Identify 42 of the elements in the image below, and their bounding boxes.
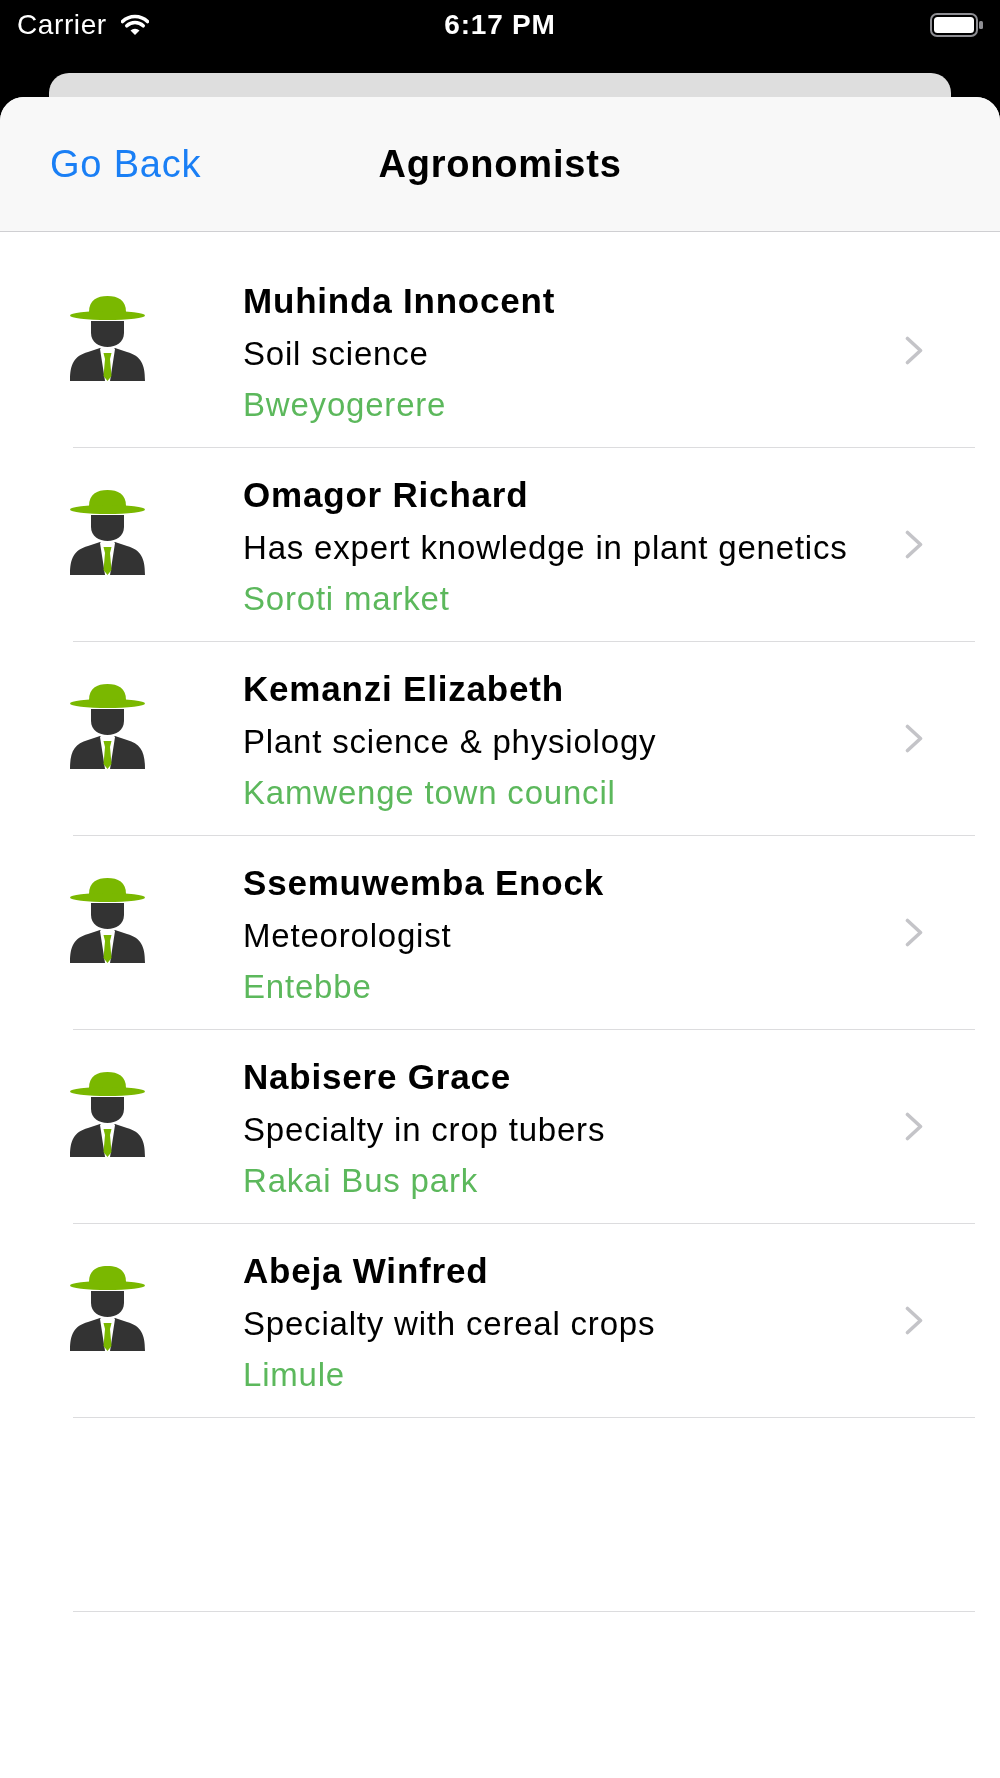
specialty-text: Meteorologist <box>243 916 453 956</box>
carrier-name: Carrier <box>17 8 107 42</box>
chevron-icon <box>905 1306 923 1335</box>
agronomist-name: Omagor Richard <box>243 474 530 516</box>
location-text: Entebbe <box>243 967 373 1007</box>
specialty-text: Specialty with cereal crops <box>243 1304 656 1344</box>
chevron-icon <box>905 724 923 753</box>
agronomist-row[interactable]: Ssemuwemba Enock Meteorologist Entebbe <box>0 836 1000 1029</box>
agronomist-name: Abeja Winfred <box>243 1250 490 1292</box>
screen-title: Agronomists <box>378 142 622 187</box>
back-button[interactable]: Go Back <box>50 141 202 187</box>
farmer-avatar-icon <box>70 1266 145 1351</box>
farmer-avatar-icon <box>70 684 145 769</box>
specialty-text: Has expert knowledge in plant genetics <box>243 528 848 568</box>
location-text: Soroti market <box>243 579 451 619</box>
location-text: Bweyogerere <box>243 385 448 425</box>
agronomist-row[interactable]: Kemanzi Elizabeth Plant science & physiology Kamwenge town council <box>0 642 1000 835</box>
farmer-avatar-icon <box>70 878 145 963</box>
specialty-text: Plant science & physiology <box>243 722 657 762</box>
farmer-avatar-icon <box>70 296 145 381</box>
farmer-avatar-icon <box>70 1072 145 1157</box>
agronomist-name: Ssemuwemba Enock <box>243 862 604 904</box>
location-text: Rakai Bus park <box>243 1161 479 1201</box>
agronomist-name: Kemanzi Elizabeth <box>243 668 565 710</box>
chevron-icon <box>905 1112 923 1141</box>
location-text: Kamwenge town council <box>243 773 617 813</box>
specialty-text: Soil science <box>243 334 430 374</box>
agronomist-name: Muhinda Innocent <box>243 280 556 322</box>
chevron-icon <box>905 336 923 365</box>
status-time: 6:17 PM <box>444 8 556 42</box>
agronomist-row[interactable]: Abeja Winfred Specialty with cereal crops Limule <box>0 1224 1000 1417</box>
farmer-avatar-icon <box>70 490 145 575</box>
agronomist-row[interactable]: Nabisere Grace Specialty in crop tubers Rakai Bus park <box>0 1030 1000 1223</box>
location-text: Limule <box>243 1355 346 1395</box>
chevron-icon <box>905 530 923 559</box>
chevron-icon <box>905 918 923 947</box>
specialty-text: Specialty in crop tubers <box>243 1110 606 1150</box>
wifi-icon <box>120 14 149 36</box>
agronomist-name: Nabisere Grace <box>243 1056 513 1098</box>
battery-icon <box>930 13 983 37</box>
agronomist-row[interactable]: Muhinda Innocent Soil science Bweyogerere <box>0 254 1000 447</box>
agronomist-row[interactable]: Omagor Richard Has expert knowledge in plant genetics Soroti market <box>0 448 1000 641</box>
